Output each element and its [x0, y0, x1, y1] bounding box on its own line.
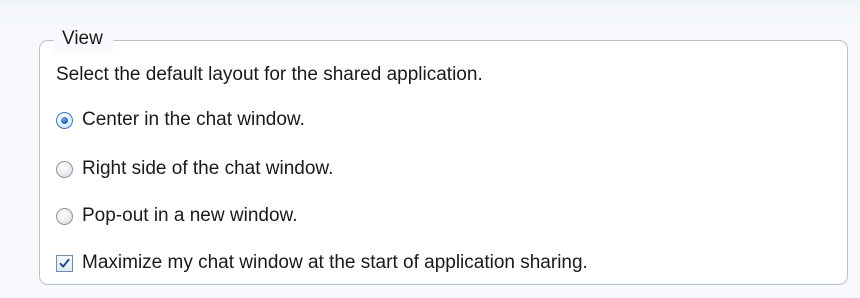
- radio-button-center[interactable]: [56, 111, 73, 129]
- checkmark-icon: [59, 258, 70, 267]
- radio-option-center[interactable]: Center in the chat window.: [56, 107, 305, 133]
- view-group-title: View: [54, 26, 113, 52]
- radio-option-right-side[interactable]: Right side of the chat window.: [56, 156, 333, 182]
- radio-button-right-side[interactable]: [56, 160, 73, 178]
- radio-label-right-side[interactable]: Right side of the chat window.: [82, 156, 333, 182]
- maximize-checkbox-option[interactable]: Maximize my chat window at the start of …: [56, 250, 588, 276]
- maximize-checkbox-label[interactable]: Maximize my chat window at the start of …: [82, 250, 588, 276]
- radio-button-popout[interactable]: [56, 207, 73, 225]
- radio-label-popout[interactable]: Pop-out in a new window.: [82, 203, 297, 229]
- radio-label-center[interactable]: Center in the chat window.: [82, 107, 305, 133]
- maximize-checkbox[interactable]: [56, 254, 73, 272]
- radio-selected-dot: [61, 116, 68, 124]
- layout-description: Select the default layout for the shared…: [56, 64, 483, 85]
- radio-option-popout[interactable]: Pop-out in a new window.: [56, 203, 297, 229]
